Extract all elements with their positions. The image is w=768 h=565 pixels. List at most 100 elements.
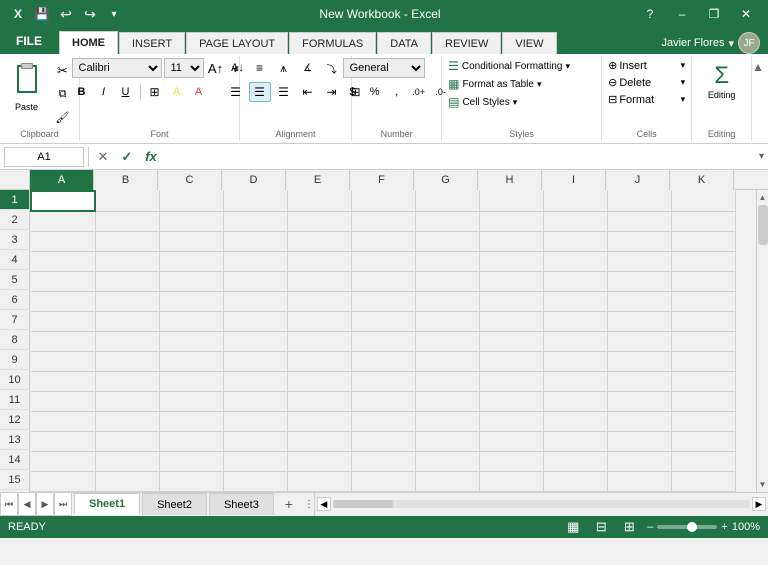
italic-button[interactable]: I — [94, 82, 114, 102]
cell-K8[interactable] — [671, 331, 735, 351]
cell-D6[interactable] — [223, 291, 287, 311]
sheet-nav-last[interactable]: ⏭ — [54, 492, 72, 516]
cell-I1[interactable] — [543, 191, 607, 211]
fill-color-button[interactable]: A — [167, 82, 187, 102]
cell-C9[interactable] — [159, 351, 223, 371]
conditional-formatting-button[interactable]: ☰ Conditional Formatting ▾ — [444, 58, 574, 74]
cell-F3[interactable] — [351, 231, 415, 251]
col-header-E[interactable]: E — [286, 170, 350, 190]
row-header-11[interactable]: 11 — [0, 390, 29, 410]
scroll-down-button[interactable]: ▼ — [757, 478, 768, 492]
col-header-A[interactable]: A — [30, 170, 94, 190]
cell-E7[interactable] — [287, 311, 351, 331]
cell-H11[interactable] — [479, 391, 543, 411]
sheet-nav-prev[interactable]: ◀ — [18, 492, 36, 516]
insert-cells-button[interactable]: ⊕ Insert ▾ — [604, 58, 689, 73]
cell-F11[interactable] — [351, 391, 415, 411]
cell-C13[interactable] — [159, 431, 223, 451]
border-button[interactable]: ⊞ — [145, 82, 165, 102]
row-header-4[interactable]: 4 — [0, 250, 29, 270]
hscroll-right-button[interactable]: ▶ — [752, 497, 766, 511]
cell-C6[interactable] — [159, 291, 223, 311]
cell-D7[interactable] — [223, 311, 287, 331]
row-header-10[interactable]: 10 — [0, 370, 29, 390]
cell-C7[interactable] — [159, 311, 223, 331]
col-header-H[interactable]: H — [478, 170, 542, 190]
cell-I14[interactable] — [543, 451, 607, 471]
cell-J8[interactable] — [607, 331, 671, 351]
cell-I13[interactable] — [543, 431, 607, 451]
cell-K1[interactable] — [671, 191, 735, 211]
cell-K10[interactable] — [671, 371, 735, 391]
cell-B7[interactable] — [95, 311, 159, 331]
formula-bar-expand[interactable]: ▾ — [759, 151, 764, 162]
cell-B14[interactable] — [95, 451, 159, 471]
cell-K7[interactable] — [671, 311, 735, 331]
cell-H7[interactable] — [479, 311, 543, 331]
cell-A2[interactable] — [31, 211, 95, 231]
page-break-view-button[interactable]: ⊞ — [619, 519, 639, 535]
increase-font-button[interactable]: A↑ — [206, 58, 226, 78]
cell-B12[interactable] — [95, 411, 159, 431]
bold-button[interactable]: B — [72, 82, 92, 102]
cell-E4[interactable] — [287, 251, 351, 271]
row-header-3[interactable]: 3 — [0, 230, 29, 250]
cell-E3[interactable] — [287, 231, 351, 251]
cell-H8[interactable] — [479, 331, 543, 351]
cell-H12[interactable] — [479, 411, 543, 431]
hscroll-track[interactable] — [333, 500, 750, 508]
ribbon-collapse-button[interactable]: ▲ — [752, 60, 764, 74]
cell-C8[interactable] — [159, 331, 223, 351]
cell-I2[interactable] — [543, 211, 607, 231]
middle-align-button[interactable]: ≡ — [249, 58, 271, 78]
increase-decimal-button[interactable]: .0+ — [409, 82, 429, 102]
cell-G15[interactable] — [415, 471, 479, 491]
col-header-B[interactable]: B — [94, 170, 158, 190]
cell-G13[interactable] — [415, 431, 479, 451]
col-header-F[interactable]: F — [350, 170, 414, 190]
cell-D5[interactable] — [223, 271, 287, 291]
cell-A9[interactable] — [31, 351, 95, 371]
cell-B2[interactable] — [95, 211, 159, 231]
cell-E2[interactable] — [287, 211, 351, 231]
cell-J15[interactable] — [607, 471, 671, 491]
hscroll-left-button[interactable]: ◀ — [317, 497, 331, 511]
row-header-5[interactable]: 5 — [0, 270, 29, 290]
sheet-tab-sheet2[interactable]: Sheet2 — [142, 493, 207, 515]
cell-K9[interactable] — [671, 351, 735, 371]
cell-E6[interactable] — [287, 291, 351, 311]
cell-D1[interactable] — [223, 191, 287, 211]
col-header-C[interactable]: C — [158, 170, 222, 190]
cell-F5[interactable] — [351, 271, 415, 291]
top-align-button[interactable]: ⩛ — [225, 58, 247, 78]
right-align-button[interactable]: ☰ — [273, 82, 295, 102]
cell-B4[interactable] — [95, 251, 159, 271]
cell-B6[interactable] — [95, 291, 159, 311]
formula-input[interactable] — [165, 147, 755, 167]
cell-E8[interactable] — [287, 331, 351, 351]
cell-H14[interactable] — [479, 451, 543, 471]
cell-F12[interactable] — [351, 411, 415, 431]
cell-B9[interactable] — [95, 351, 159, 371]
tab-file[interactable]: FILE — [0, 28, 58, 54]
col-header-J[interactable]: J — [606, 170, 670, 190]
cell-I15[interactable] — [543, 471, 607, 491]
cell-I9[interactable] — [543, 351, 607, 371]
cell-J5[interactable] — [607, 271, 671, 291]
add-sheet-button[interactable]: + — [278, 493, 300, 515]
cell-J1[interactable] — [607, 191, 671, 211]
vertical-scrollbar[interactable]: ▲ ▼ — [756, 190, 768, 492]
cell-F4[interactable] — [351, 251, 415, 271]
cell-J7[interactable] — [607, 311, 671, 331]
cell-K6[interactable] — [671, 291, 735, 311]
cell-C2[interactable] — [159, 211, 223, 231]
orientation-button[interactable]: ∡ — [297, 58, 319, 78]
row-header-8[interactable]: 8 — [0, 330, 29, 350]
scroll-thumb-v[interactable] — [758, 205, 768, 245]
cell-J4[interactable] — [607, 251, 671, 271]
underline-button[interactable]: U — [116, 82, 136, 102]
cell-J9[interactable] — [607, 351, 671, 371]
normal-view-button[interactable]: ▦ — [563, 519, 583, 535]
save-button[interactable]: 💾 — [32, 4, 52, 24]
cell-G10[interactable] — [415, 371, 479, 391]
